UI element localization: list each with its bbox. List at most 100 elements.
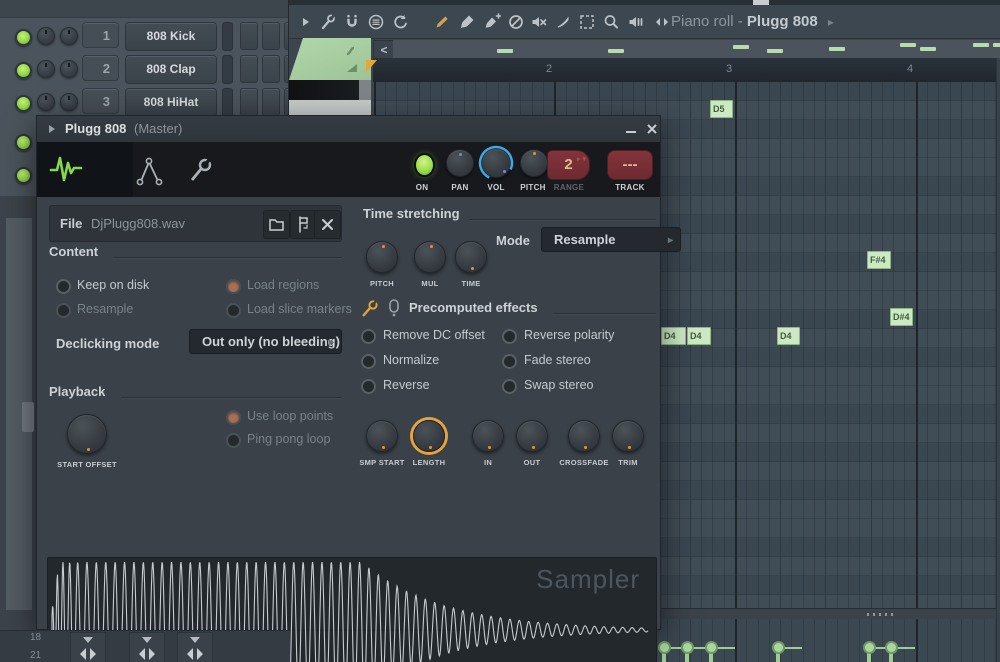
- minimize-button[interactable]: [622, 120, 640, 138]
- channel-number[interactable]: 3: [82, 88, 119, 114]
- menu-icon[interactable]: [367, 13, 385, 31]
- channel-mute-bar[interactable]: [222, 22, 233, 51]
- volume-arc[interactable]: [478, 145, 514, 181]
- checkbox-keep-on-disk[interactable]: [56, 279, 71, 294]
- playhead-marker[interactable]: [366, 60, 377, 73]
- channel-volume-knob[interactable]: [60, 93, 78, 111]
- pitch-range-box[interactable]: 2▸ ▾: [547, 150, 590, 180]
- file-name[interactable]: DjPlugg808.wav: [91, 216, 185, 231]
- piano-roll-corner-panel[interactable]: [289, 38, 371, 80]
- pitch-stretch-knob[interactable]: [366, 241, 398, 273]
- trim-knob[interactable]: [612, 420, 644, 452]
- step-cell[interactable]: [240, 55, 258, 83]
- step-cell[interactable]: [262, 22, 280, 50]
- channel-mute-bar[interactable]: [222, 88, 233, 117]
- title-chevron-icon[interactable]: ▸: [822, 15, 834, 29]
- mute-icon[interactable]: [530, 13, 548, 31]
- pencil-icon[interactable]: [433, 13, 451, 31]
- checkbox-fade-stereo[interactable]: [502, 354, 517, 369]
- piano-roll-note[interactable]: D5: [710, 100, 733, 118]
- checkbox-use-loop-points[interactable]: [226, 410, 241, 425]
- regions-button[interactable]: [290, 210, 317, 239]
- pan-knob[interactable]: [446, 149, 474, 177]
- select-icon[interactable]: [578, 13, 596, 31]
- vertical-scrollbar[interactable]: [996, 58, 1000, 662]
- left-scroll-thumb[interactable]: [22, 402, 34, 432]
- piano-roll-note[interactable]: D4: [777, 327, 800, 345]
- channel-volume-knob[interactable]: [60, 60, 78, 78]
- options-arrow-icon[interactable]: [297, 13, 315, 31]
- brush-icon[interactable]: [458, 13, 476, 31]
- folder-icon[interactable]: [264, 211, 289, 238]
- channel-led[interactable]: [15, 134, 32, 151]
- stepper-tile[interactable]: [70, 632, 106, 662]
- checkbox-remove-dc-offset[interactable]: [361, 329, 376, 344]
- piano-roll-note[interactable]: D#4: [890, 308, 913, 326]
- scroll-left-button[interactable]: <: [373, 40, 395, 60]
- track-box[interactable]: ---: [607, 150, 653, 180]
- splitter-handle[interactable]: [867, 613, 897, 616]
- mul-knob[interactable]: [414, 241, 446, 273]
- pitch-knob[interactable]: [520, 149, 548, 177]
- channel-volume-knob[interactable]: [60, 27, 78, 45]
- stepper-tile[interactable]: [177, 632, 213, 662]
- piano-roll-title[interactable]: Piano roll - Plugg 808 ▸: [671, 13, 834, 30]
- velocity-marker[interactable]: [863, 641, 876, 654]
- zoom-icon[interactable]: [602, 13, 620, 31]
- step-cell[interactable]: [262, 55, 280, 83]
- slice-icon[interactable]: [554, 13, 572, 31]
- channel-pan-knob[interactable]: [37, 60, 55, 78]
- folder-button[interactable]: [263, 210, 290, 239]
- channel-pan-knob[interactable]: [37, 93, 55, 111]
- wrench-icon[interactable]: [319, 13, 337, 31]
- channel-number[interactable]: 1: [82, 22, 119, 48]
- declicking-dropdown[interactable]: Out only (no bleeding) ▸: [189, 329, 342, 354]
- velocity-marker[interactable]: [772, 641, 785, 654]
- velocity-marker[interactable]: [885, 641, 898, 654]
- checkbox-reverse[interactable]: [361, 379, 376, 394]
- crossfade-knob[interactable]: [568, 420, 600, 452]
- regions-icon[interactable]: [291, 211, 316, 238]
- piano-roll-note[interactable]: F#4: [867, 251, 891, 269]
- channel-led[interactable]: [15, 167, 32, 184]
- checkbox-normalize[interactable]: [361, 354, 376, 369]
- checkbox-reverse-polarity[interactable]: [502, 329, 517, 344]
- velocity-marker[interactable]: [705, 641, 718, 654]
- velocity-marker[interactable]: [681, 641, 694, 654]
- undo-icon[interactable]: [391, 13, 409, 31]
- horizontal-scrollbar[interactable]: [393, 40, 1000, 59]
- channel-name-button[interactable]: 808 Clap: [125, 55, 217, 84]
- plugin-menu-arrow-icon[interactable]: [49, 125, 55, 133]
- plugin-titlebar[interactable]: Plugg 808 (Master): [37, 116, 660, 143]
- detach-icon[interactable]: [653, 13, 671, 31]
- tab-sample[interactable]: [37, 142, 133, 197]
- keyboard-black-key[interactable]: [289, 80, 359, 100]
- piano-roll-note[interactable]: D4: [687, 327, 711, 345]
- playback-icon[interactable]: [627, 13, 645, 31]
- channel-led[interactable]: [15, 29, 32, 46]
- delete-icon[interactable]: [507, 13, 525, 31]
- checkbox-swap-stereo[interactable]: [502, 379, 517, 394]
- velocity-marker[interactable]: [658, 641, 671, 654]
- checkbox-ping-pong-loop[interactable]: [226, 433, 241, 448]
- checkbox-load-regions[interactable]: [226, 279, 241, 294]
- channel-name-button[interactable]: 808 Kick: [125, 22, 217, 51]
- length-knob[interactable]: [413, 420, 445, 452]
- stepper-tile[interactable]: [129, 632, 165, 662]
- channel-led[interactable]: [15, 62, 32, 79]
- plugin-on-led[interactable]: [414, 153, 435, 177]
- step-cell[interactable]: [240, 88, 258, 116]
- in-knob[interactable]: [472, 420, 504, 452]
- clear-button[interactable]: [314, 210, 341, 239]
- start-offset-knob[interactable]: [67, 414, 107, 454]
- clear-icon[interactable]: [315, 211, 340, 238]
- checkbox-resample[interactable]: [56, 303, 71, 318]
- out-knob[interactable]: [516, 420, 548, 452]
- time-knob[interactable]: [455, 241, 487, 273]
- timeline-ruler[interactable]: 234: [373, 58, 1000, 83]
- channel-led[interactable]: [15, 95, 32, 112]
- tab-settings[interactable]: [183, 156, 219, 191]
- volume-knob[interactable]: [481, 148, 511, 178]
- mode-dropdown[interactable]: Resample ▸: [541, 227, 681, 252]
- checkbox-load-slice-markers[interactable]: [226, 303, 241, 318]
